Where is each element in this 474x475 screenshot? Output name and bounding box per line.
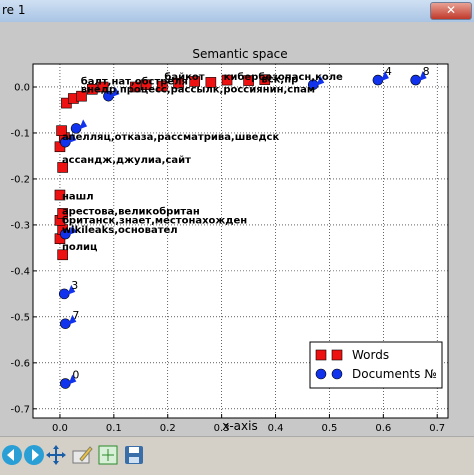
document-number-label: 8 <box>423 65 430 78</box>
x-tick-label: 0.0 <box>52 423 68 434</box>
window-titlebar: re 1 ✕ <box>0 0 474 23</box>
legend-documents-marker <box>315 368 327 380</box>
y-tick-label: -0.3 <box>10 220 30 231</box>
forward-button[interactable] <box>22 443 46 467</box>
x-tick-label: 0.1 <box>106 423 122 434</box>
legend: Words Documents № <box>309 341 443 389</box>
document-number-label: 4 <box>385 65 392 78</box>
document-number-label: 0 <box>72 369 79 382</box>
y-tick-label: 0.0 <box>14 82 30 93</box>
word-annotation: ассандж,джулиа,сайт <box>62 155 191 166</box>
legend-words-marker <box>315 349 327 361</box>
document-number-label: 3 <box>71 279 78 292</box>
y-tick-label: -0.4 <box>10 266 30 277</box>
x-tick-label: 0.5 <box>321 423 337 434</box>
document-number-label: 7 <box>72 309 79 322</box>
edit-icon <box>72 446 93 464</box>
word-annotation: полиц <box>62 242 98 253</box>
pan-button[interactable] <box>44 443 68 467</box>
chart-title: Semantic space <box>192 47 287 61</box>
y-tick-label: -0.6 <box>10 358 30 369</box>
close-window-button[interactable]: ✕ <box>430 2 472 20</box>
save-icon <box>125 446 143 464</box>
x-tick-label: 0.2 <box>160 423 176 434</box>
window-title: re 1 <box>2 3 26 17</box>
y-tick-label: -0.1 <box>10 128 30 139</box>
word-annotation: нашл <box>62 192 94 203</box>
close-icon: ✕ <box>446 3 457 17</box>
edit-button[interactable] <box>70 443 94 467</box>
pan-icon <box>46 445 66 465</box>
back-arrow-icon <box>2 445 22 465</box>
word-annotation: wikileaks,основател <box>62 225 178 236</box>
x-axis-label: x-axis <box>222 419 257 433</box>
scatter-chart: 0.0 0.1 0.2 0.3 0.4 0.5 0.6 0.70.0-0.1-0.2-0.3-… <box>0 22 474 436</box>
y-tick-label: -0.2 <box>10 174 30 185</box>
save-button[interactable] <box>122 443 146 467</box>
figure-canvas: 0.0 0.1 0.2 0.3 0.4 0.5 0.6 0.7 0.0 -0.1 -0.2 -0.3-… <box>0 22 474 436</box>
x-tick-label: 0.6 <box>375 423 391 434</box>
subplots-button[interactable] <box>96 443 120 467</box>
x-tick-label: 0.4 <box>268 423 284 434</box>
legend-documents-label: Documents № <box>352 367 437 381</box>
y-tick-label: -0.7 <box>10 404 30 415</box>
legend-words-label: Words <box>352 348 389 362</box>
word-annotation: вск,пр <box>261 74 298 85</box>
y-tick-label: -0.5 <box>10 312 30 323</box>
back-button[interactable] <box>0 443 24 467</box>
word-annotation: апелляц,отказа,рассматрива,шведск <box>62 132 280 143</box>
subplots-icon <box>98 445 118 465</box>
x-tick-label: 0.7 <box>429 423 445 434</box>
word-annotation: байкот <box>164 71 204 83</box>
forward-arrow-icon <box>24 445 44 465</box>
legend-documents-marker-2 <box>331 368 343 380</box>
legend-words-marker-2 <box>331 349 343 361</box>
figure-toolbar <box>0 436 474 475</box>
word-annotation: внедр,процесс,рассылк,россиянин,спам <box>81 85 315 96</box>
